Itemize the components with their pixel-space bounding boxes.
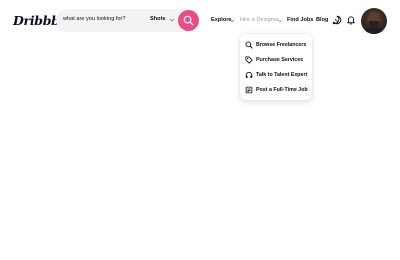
headphones-icon <box>245 71 253 79</box>
hire-designer-dropdown-menu: Browse Freelancers Purchase Services Tal… <box>240 34 312 100</box>
nav-find-jobs[interactable]: Find Jobs <box>287 17 313 23</box>
dropdown-item-label: Browse Freelancers <box>256 42 307 48</box>
job-post-icon <box>245 86 253 94</box>
notifications-bell-icon[interactable] <box>346 15 356 25</box>
search-icon <box>245 41 253 49</box>
messages-icon[interactable] <box>332 15 342 25</box>
nav-hire-a-designer[interactable]: Hire a Designer <box>240 17 279 23</box>
user-avatar[interactable] <box>361 8 387 34</box>
dropdown-item-talk-to-talent-expert[interactable]: Talk to Talent Expert <box>240 68 312 82</box>
chevron-down-icon <box>169 18 175 22</box>
dropdown-item-browse-freelancers[interactable]: Browse Freelancers <box>240 38 312 52</box>
dropdown-item-label: Post a Full-Time Job <box>256 87 308 93</box>
search-button[interactable] <box>178 10 199 31</box>
chevron-down-icon <box>277 19 283 22</box>
dropdown-item-purchase-services[interactable]: Purchase Services <box>240 53 312 67</box>
dropdown-item-label: Purchase Services <box>256 57 304 63</box>
dropdown-item-post-full-time-job[interactable]: Post a Full-Time Job <box>240 83 312 97</box>
search-input[interactable]: what are you looking for? <box>63 16 126 22</box>
search-icon <box>183 15 194 26</box>
dropdown-item-label: Talk to Talent Expert <box>256 72 308 78</box>
nav-blog[interactable]: Blog <box>316 17 328 23</box>
search-filter-select[interactable]: Shots <box>150 16 166 22</box>
chevron-down-icon <box>229 19 235 22</box>
tag-icon <box>245 56 253 64</box>
